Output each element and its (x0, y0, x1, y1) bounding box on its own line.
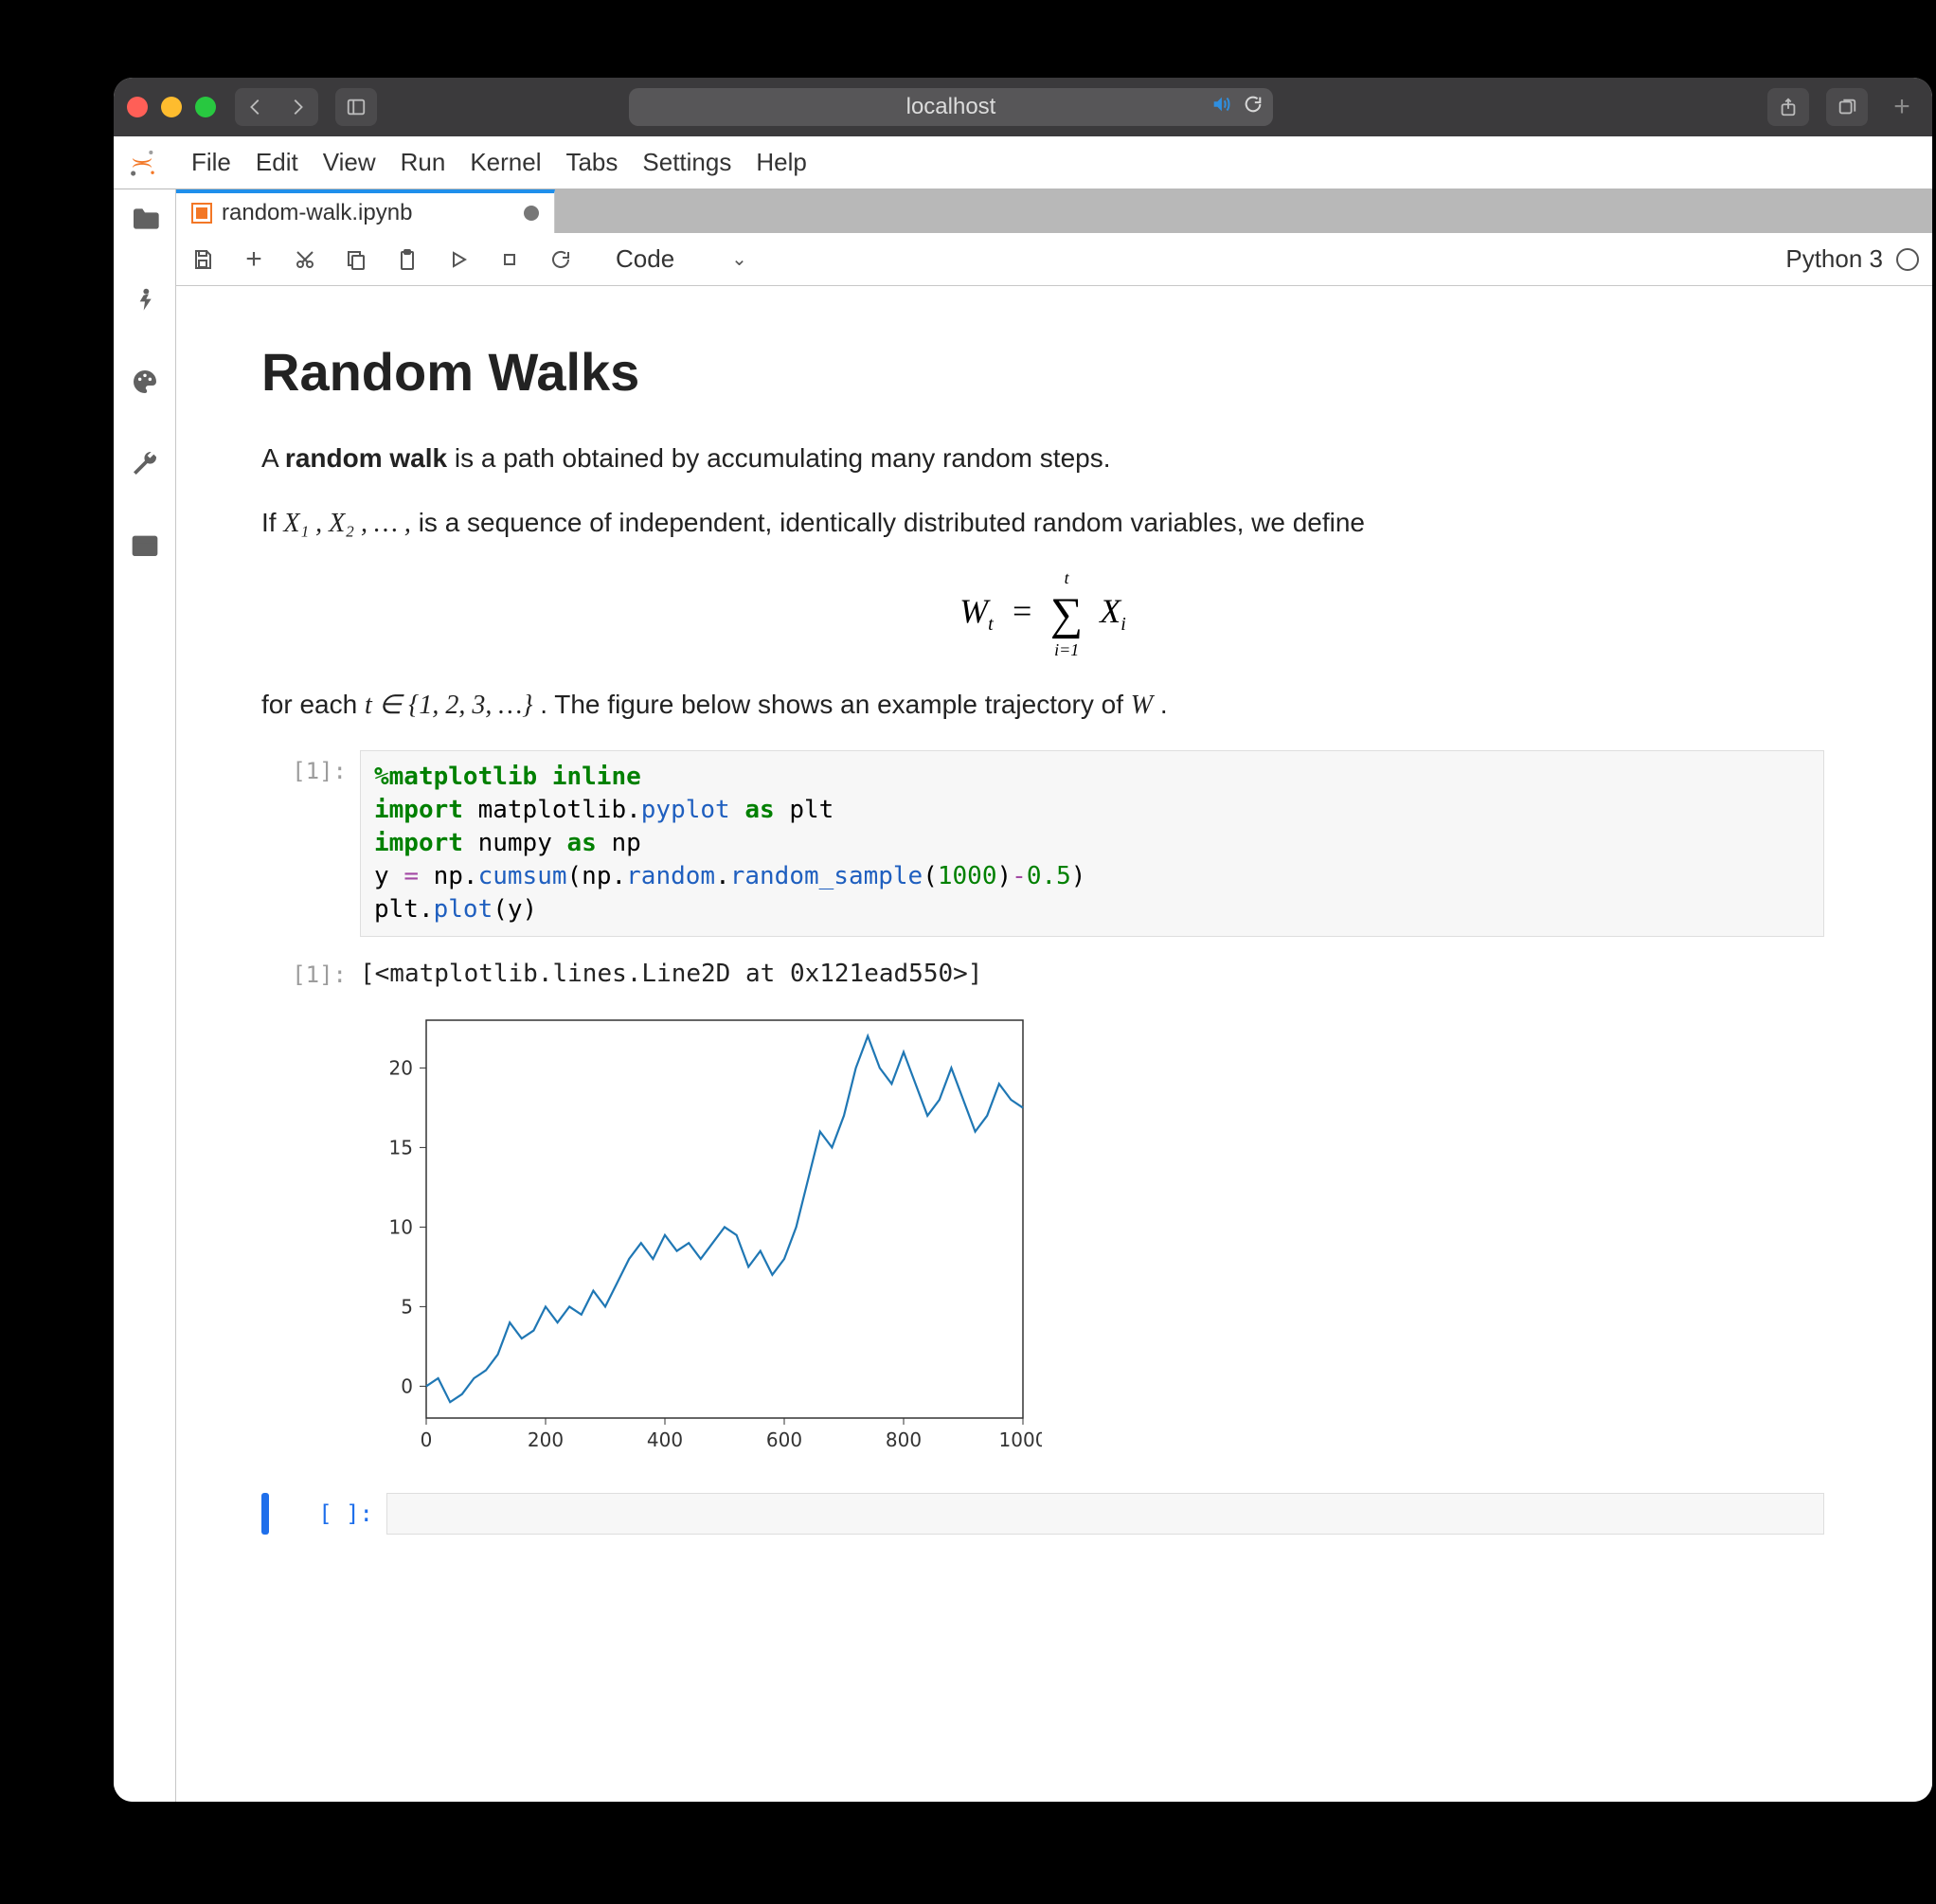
intro-paragraph: A random walk is a path obtained by accu… (261, 439, 1824, 478)
menu-help[interactable]: Help (756, 148, 806, 177)
jupyter-logo (123, 144, 161, 182)
window-controls (127, 97, 216, 117)
formula: Wt = t ∑ i=1 Xi (261, 568, 1824, 660)
folder-icon[interactable] (127, 201, 163, 237)
tabs-icon[interactable] (127, 527, 163, 563)
svg-text:20: 20 (389, 1057, 413, 1080)
menubar: File Edit View Run Kernel Tabs Settings … (114, 136, 1932, 189)
out-prompt-1: [1]: (261, 954, 347, 988)
running-icon[interactable] (127, 282, 163, 318)
left-sidebar (114, 189, 176, 1802)
save-button[interactable] (189, 246, 216, 273)
restart-button[interactable] (547, 246, 574, 273)
svg-text:0: 0 (421, 1428, 433, 1451)
insert-cell-button[interactable]: + (241, 246, 267, 273)
kernel-status-icon (1896, 248, 1919, 271)
svg-text:200: 200 (528, 1428, 564, 1451)
definition-paragraph: If X₁ , X₂ , … , is a sequence of indepe… (261, 503, 1824, 544)
menu-edit[interactable]: Edit (256, 148, 298, 177)
interrupt-button[interactable] (496, 246, 523, 273)
svg-text:1000: 1000 (999, 1428, 1042, 1451)
line-chart: 0 200 400 600 800 1000 0 5 10 15 20 (360, 1001, 1042, 1465)
main-area: random-walk.ipynb + Code ⌄ P (176, 189, 1932, 1802)
notebook-toolbar: + Code ⌄ Python 3 (176, 233, 1932, 286)
sidebar-toggle-button[interactable] (335, 88, 377, 126)
menu-run[interactable]: Run (401, 148, 446, 177)
chevron-down-icon: ⌄ (731, 247, 747, 271)
code-cell-empty[interactable]: [ ]: (261, 1493, 1824, 1535)
palette-icon[interactable] (127, 364, 163, 400)
back-button[interactable] (235, 88, 277, 126)
in-prompt-empty: [ ]: (288, 1493, 373, 1527)
code-editor-1[interactable]: %matplotlib inline import matplotlib.pyp… (360, 750, 1824, 937)
cell-type-select[interactable]: Code ⌄ (616, 244, 747, 274)
menu-view[interactable]: View (323, 148, 376, 177)
trajectory-paragraph: for each t ∈ {1, 2, 3, …} . The figure b… (261, 685, 1824, 726)
page-title: Random Walks (261, 341, 1824, 403)
cut-button[interactable] (292, 246, 318, 273)
wrench-icon[interactable] (127, 445, 163, 481)
menu-settings[interactable]: Settings (642, 148, 731, 177)
unsaved-indicator (524, 206, 539, 221)
minimize-window-button[interactable] (161, 97, 182, 117)
output-chart: 0 200 400 600 800 1000 0 5 10 15 20 (360, 1001, 1824, 1470)
kernel-indicator[interactable]: Python 3 (1785, 244, 1919, 274)
address-text: localhost (906, 94, 996, 120)
menu-tabs[interactable]: Tabs (565, 148, 618, 177)
browser-window: localhost + File Edit (114, 78, 1932, 1802)
kernel-name: Python 3 (1785, 244, 1883, 274)
tab-random-walk[interactable]: random-walk.ipynb (176, 189, 555, 233)
svg-text:15: 15 (389, 1137, 413, 1159)
output-cell-1: [1]: [<matplotlib.lines.Line2D at 0x121e… (261, 954, 1824, 994)
close-window-button[interactable] (127, 97, 148, 117)
svg-text:400: 400 (647, 1428, 683, 1451)
cell-type-label: Code (616, 244, 674, 274)
active-cell-indicator (261, 1493, 269, 1535)
address-bar[interactable]: localhost (629, 88, 1273, 126)
svg-text:5: 5 (401, 1296, 413, 1319)
nav-back-forward (235, 88, 318, 126)
audio-icon (1210, 94, 1231, 121)
code-cell-1[interactable]: [1]: %matplotlib inline import matplotli… (261, 750, 1824, 937)
code-editor-empty[interactable] (386, 1493, 1824, 1535)
menu-kernel[interactable]: Kernel (470, 148, 541, 177)
reload-icon[interactable] (1243, 94, 1264, 121)
notebook-area[interactable]: Random Walks A random walk is a path obt… (176, 286, 1932, 1802)
maximize-window-button[interactable] (195, 97, 216, 117)
paste-button[interactable] (394, 246, 421, 273)
notebook-icon (191, 203, 212, 224)
tab-label: random-walk.ipynb (222, 200, 412, 226)
menu-file[interactable]: File (191, 148, 231, 177)
share-button[interactable] (1767, 88, 1809, 126)
new-tab-button[interactable]: + (1885, 91, 1919, 123)
in-prompt-1: [1]: (261, 750, 347, 784)
svg-text:10: 10 (389, 1216, 413, 1239)
run-button[interactable] (445, 246, 472, 273)
tabs-overview-button[interactable] (1826, 88, 1868, 126)
svg-text:0: 0 (401, 1375, 413, 1398)
svg-text:800: 800 (886, 1428, 922, 1451)
tab-strip: random-walk.ipynb (176, 189, 1932, 233)
copy-button[interactable] (343, 246, 369, 273)
output-text-1: [<matplotlib.lines.Line2D at 0x121ead550… (360, 954, 1824, 994)
titlebar: localhost + (114, 78, 1932, 136)
forward-button[interactable] (277, 88, 318, 126)
svg-text:600: 600 (766, 1428, 802, 1451)
